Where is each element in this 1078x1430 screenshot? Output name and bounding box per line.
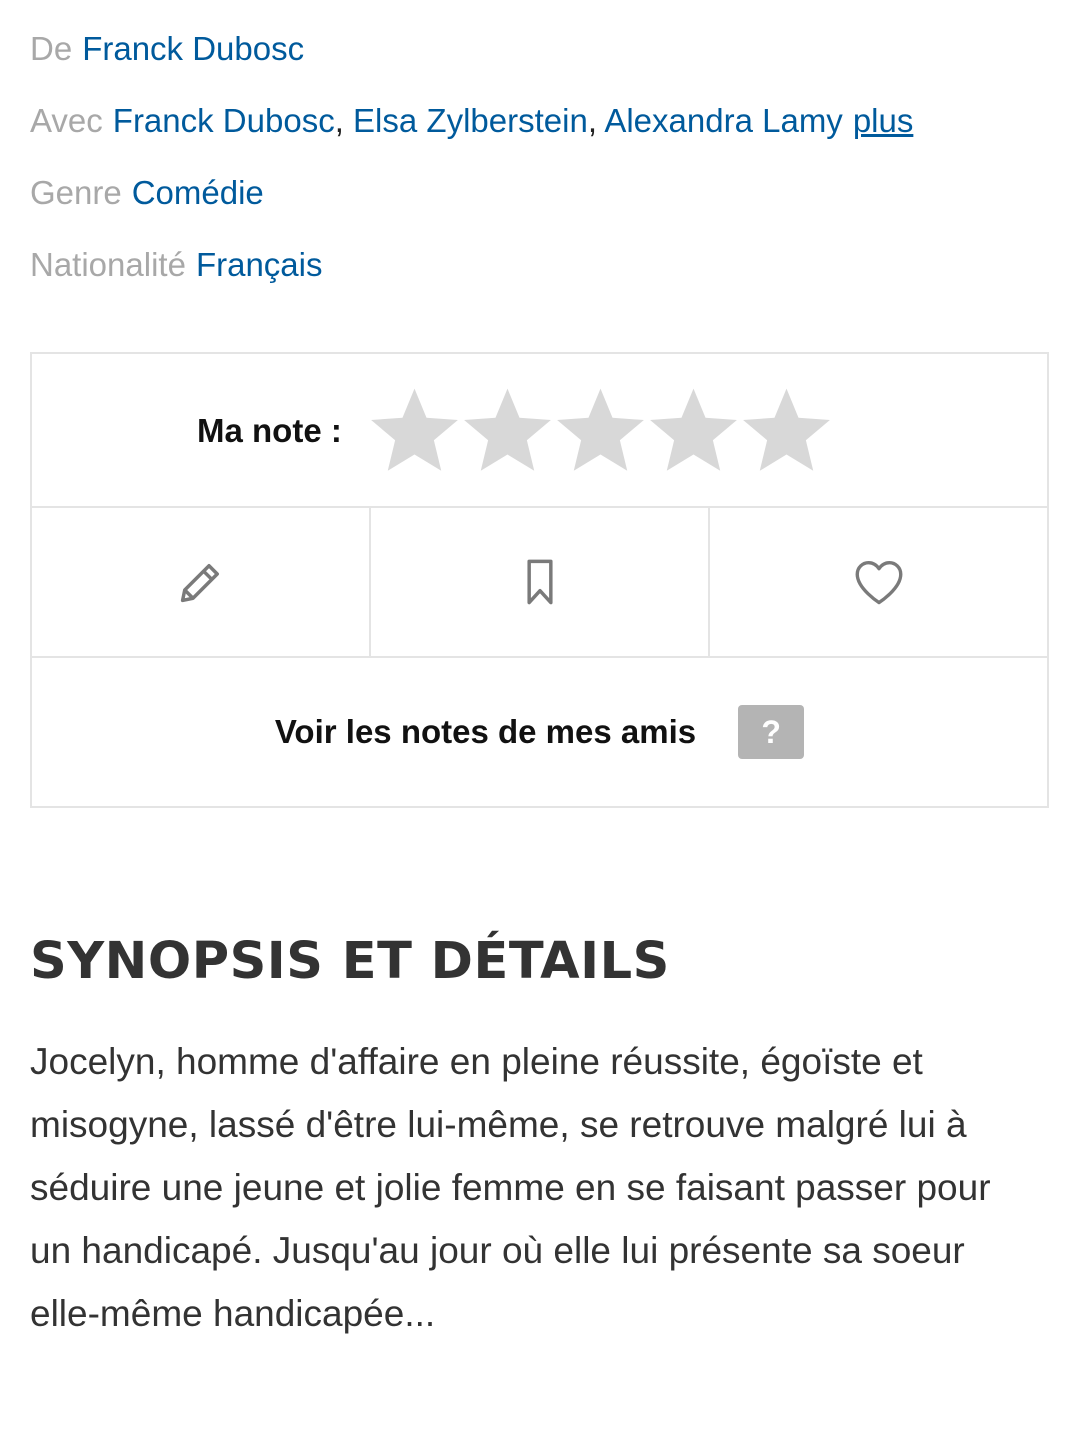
pencil-icon xyxy=(180,564,219,603)
star-icon[interactable] xyxy=(554,384,647,477)
star-icon[interactable] xyxy=(461,384,554,477)
synopsis-text: Jocelyn, homme d'affaire en pleine réuss… xyxy=(30,1041,991,1334)
star-icon[interactable] xyxy=(740,384,833,477)
director-label: De xyxy=(30,30,73,67)
watchlist-button[interactable] xyxy=(371,508,710,656)
write-review-button[interactable] xyxy=(32,508,371,656)
cast-link-3[interactable]: Alexandra Lamy xyxy=(604,102,842,139)
genre-link[interactable]: Comédie xyxy=(132,174,264,211)
cast-link-2[interactable]: Elsa Zylberstein xyxy=(353,102,588,139)
help-button[interactable]: ? xyxy=(738,705,805,759)
favorite-button[interactable] xyxy=(710,508,1047,656)
cast-row: Avec Franck Dubosc, Elsa Zylberstein, Ale… xyxy=(30,94,913,166)
director-link[interactable]: Franck Dubosc xyxy=(82,30,304,67)
cast-label: Avec xyxy=(30,102,103,139)
cast-separator: , xyxy=(334,102,344,139)
heart-icon xyxy=(855,560,902,605)
rating-row: Ma note : xyxy=(32,354,1047,508)
user-actions-panel: Ma note : Voir les notes de mes amis ? xyxy=(30,352,1049,808)
star-icon[interactable] xyxy=(647,384,740,477)
genre-label: Genre xyxy=(30,174,122,211)
cast-separator: , xyxy=(587,102,597,139)
nationality-label: Nationalité xyxy=(30,246,186,283)
actions-row xyxy=(32,508,1047,658)
cast-link-1[interactable]: Franck Dubosc xyxy=(113,102,335,139)
director-row: De Franck Dubosc xyxy=(30,22,913,94)
nationality-row: Nationalité Français xyxy=(30,238,913,310)
genre-row: Genre Comédie xyxy=(30,166,913,238)
star-rating xyxy=(368,384,833,477)
bookmark-icon xyxy=(526,559,553,605)
star-icon[interactable] xyxy=(368,384,461,477)
friends-ratings-label[interactable]: Voir les notes de mes amis xyxy=(275,713,696,751)
more-cast-link[interactable]: plus xyxy=(853,102,914,139)
movie-credits: De Franck Dubosc Avec Franck Dubosc, Elsa … xyxy=(30,22,913,310)
friends-ratings-row[interactable]: Voir les notes de mes amis ? xyxy=(32,658,1047,806)
section-title: SYNOPSIS ET DÉTAILS xyxy=(30,932,670,991)
rating-label: Ma note : xyxy=(197,412,342,449)
nationality-link[interactable]: Français xyxy=(196,246,323,283)
